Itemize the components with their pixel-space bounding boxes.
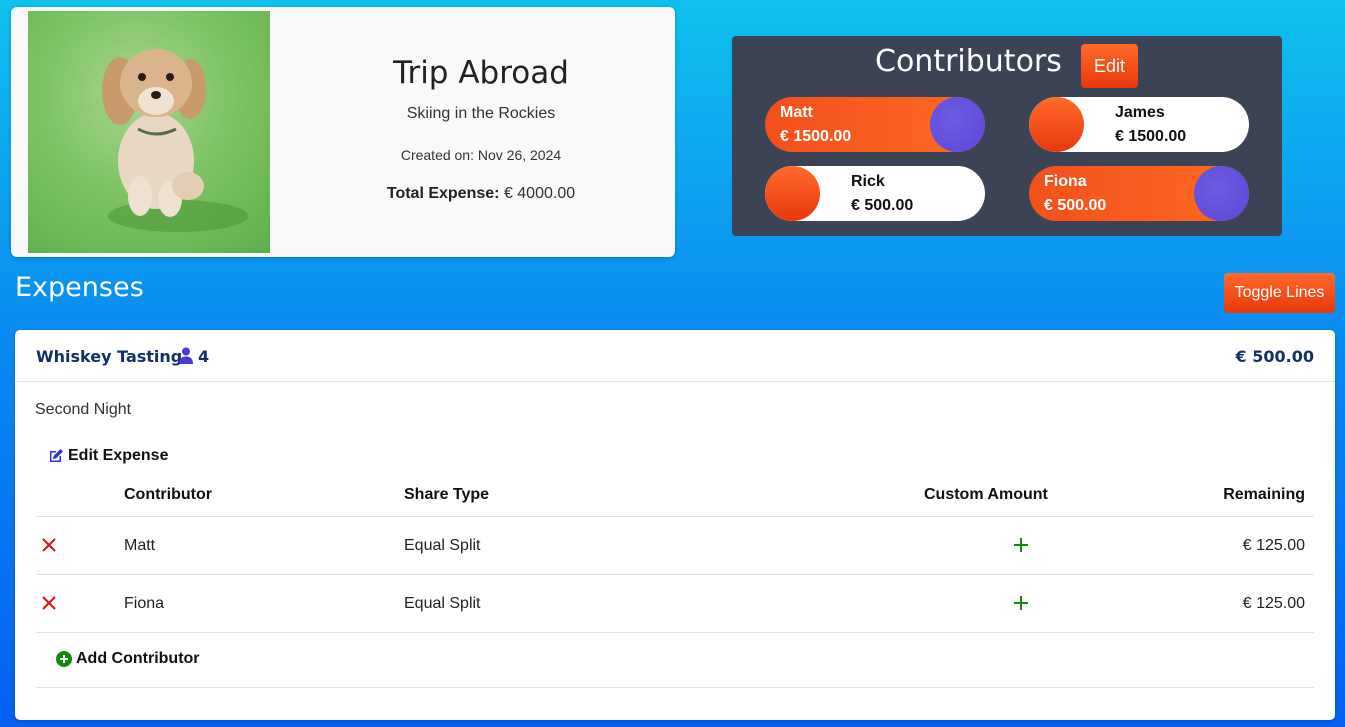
contributor-pill-rick[interactable]: Rick € 500.00 <box>765 166 985 221</box>
remove-contributor-icon[interactable] <box>42 538 56 552</box>
share-type-cell: Equal Split <box>404 595 481 612</box>
contributor-amount: € 1500.00 <box>780 128 852 145</box>
edit-expense-button[interactable]: Edit Expense <box>48 447 168 465</box>
contributor-avatar <box>930 97 985 152</box>
expense-name: Whiskey Tasting <box>36 347 183 366</box>
table-divider <box>36 687 1314 688</box>
edit-icon <box>50 449 63 462</box>
add-custom-amount-icon[interactable] <box>1014 596 1028 610</box>
trip-card: Trip Abroad Skiing in the Rockies Create… <box>11 7 675 257</box>
contributor-name: James <box>1115 104 1165 121</box>
contributor-amount: € 500.00 <box>851 197 914 214</box>
contributor-pill-fiona[interactable]: Fiona € 500.00 <box>1029 166 1249 221</box>
edit-expense-label: Edit Expense <box>68 447 169 464</box>
contributor-pill-matt[interactable]: Matt € 1500.00 <box>765 97 985 152</box>
trip-subtitle: Skiing in the Rockies <box>406 105 556 122</box>
column-header-contributor: Contributor <box>124 486 212 503</box>
plus-circle-icon <box>56 651 72 667</box>
person-icon <box>179 347 193 364</box>
add-custom-amount-icon[interactable] <box>1014 538 1028 552</box>
contributor-amount: € 500.00 <box>1044 197 1107 214</box>
contributor-name: Fiona <box>1044 173 1087 190</box>
share-type-cell: Equal Split <box>404 537 481 554</box>
edit-contributors-button[interactable]: Edit <box>1081 44 1138 88</box>
contributors-title: Contributors <box>875 44 1062 79</box>
expense-description: Second Night <box>35 401 132 418</box>
contributor-avatar <box>765 166 820 221</box>
trip-created-date: Created on: Nov 26, 2024 <box>400 147 562 163</box>
expense-people-count: 4 <box>198 347 210 366</box>
table-divider <box>36 632 1314 633</box>
toggle-lines-button[interactable]: Toggle Lines <box>1224 273 1335 313</box>
contributors-panel: Contributors Edit Matt € 1500.00 James €… <box>732 36 1282 236</box>
trip-photo <box>28 11 270 253</box>
expense-header[interactable]: Whiskey Tasting 4 € 500.00 <box>15 330 1335 382</box>
dog-photo-image <box>102 49 248 232</box>
remaining-cell: € 125.00 <box>1242 537 1305 554</box>
contributor-amount: € 1500.00 <box>1115 128 1187 145</box>
column-header-custom-amount: Custom Amount <box>924 486 1048 503</box>
remaining-cell: € 125.00 <box>1242 595 1305 612</box>
trip-total-expense: Total Expense: € 4000.00 <box>311 185 651 203</box>
table-divider <box>36 574 1314 575</box>
contributor-cell: Matt <box>124 537 156 554</box>
contributor-name: Matt <box>780 104 813 121</box>
expense-card: Whiskey Tasting 4 € 500.00 Second Night … <box>15 330 1335 720</box>
add-contributor-label: Add Contributor <box>76 650 200 667</box>
contributor-name: Rick <box>851 173 885 190</box>
expenses-title: Expenses <box>15 272 144 303</box>
trip-info: Trip Abroad Skiing in the Rockies Create… <box>311 7 651 257</box>
table-divider <box>36 516 1314 517</box>
contributor-cell: Fiona <box>124 595 165 612</box>
add-contributor-button[interactable]: Add Contributor <box>56 650 200 668</box>
trip-title: Trip Abroad <box>393 55 569 91</box>
trip-total-label: Total Expense: <box>386 185 500 202</box>
column-header-share-type: Share Type <box>404 486 490 503</box>
expense-amount: € 500.00 <box>1235 347 1314 366</box>
contributor-pill-james[interactable]: James € 1500.00 <box>1029 97 1249 152</box>
column-header-remaining: Remaining <box>1223 486 1305 503</box>
contributor-avatar <box>1029 97 1084 152</box>
contributor-avatar <box>1194 166 1249 221</box>
trip-total-value: € 4000.00 <box>503 185 576 202</box>
remove-contributor-icon[interactable] <box>42 596 56 610</box>
